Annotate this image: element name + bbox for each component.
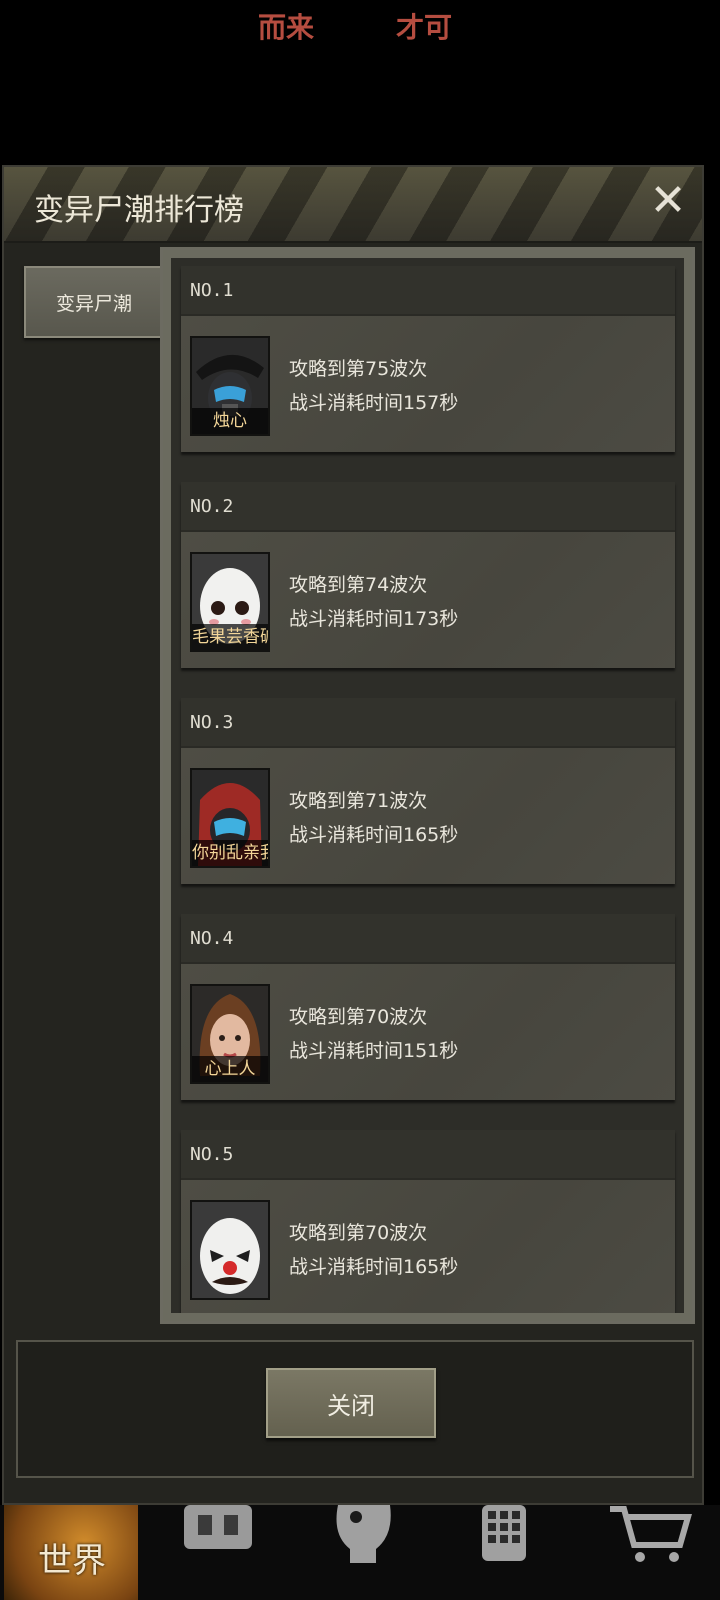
battle-time-text: 战斗消耗时间165秒 <box>289 1256 459 1278</box>
rank-body: 心上人 攻略到第70波次 战斗消耗时间151秒 <box>181 964 675 1100</box>
rank-card-3: NO.3 你别乱亲我 攻略到第71波次 战斗消耗时间165秒 <box>181 698 675 884</box>
wave-progress-text: 攻略到第70波次 <box>289 1222 428 1244</box>
rank-body: 毛果芸香碱 攻略到第74波次 战斗消耗时间173秒 <box>181 532 675 668</box>
battle-time-text: 战斗消耗时间157秒 <box>289 392 459 414</box>
dialog-title: 变异尸潮排行榜 <box>34 193 244 228</box>
avatar[interactable]: 烛心 <box>190 336 270 436</box>
ranking-list-frame: NO.1 烛心 攻略到第75波次 战斗消耗时间157秒 NO.2 毛果芸香碱 攻… <box>160 247 695 1324</box>
banner-text-right: 才可 <box>396 11 453 44</box>
close-button[interactable]: 关闭 <box>266 1368 436 1438</box>
backpack-icon[interactable] <box>170 1505 304 1600</box>
rank-card-1: NO.1 烛心 攻略到第75波次 战斗消耗时间157秒 <box>181 266 675 452</box>
banner-text-left: 而来 <box>258 11 315 44</box>
avatar[interactable]: 心上人 <box>190 984 270 1084</box>
cart-icon[interactable] <box>600 1505 720 1600</box>
rank-body: 你别乱亲我 攻略到第71波次 战斗消耗时间165秒 <box>181 748 675 884</box>
rank-card-5: NO.5 攻略到第70波次 战斗消耗时间165秒 <box>181 1130 675 1313</box>
rank-body: 烛心 攻略到第75波次 战斗消耗时间157秒 <box>181 316 675 452</box>
wave-progress-text: 攻略到第70波次 <box>289 1006 428 1028</box>
rank-number: NO.4 <box>190 928 234 949</box>
head-icon[interactable] <box>316 1505 450 1600</box>
battle-time-text: 战斗消耗时间151秒 <box>289 1040 459 1062</box>
rank-header: NO.2 <box>181 482 675 532</box>
wave-progress-text: 攻略到第75波次 <box>289 358 428 380</box>
rank-header: NO.1 <box>181 266 675 316</box>
rank-number: NO.3 <box>190 712 234 733</box>
rank-header: NO.3 <box>181 698 675 748</box>
top-banner-text: 而来 才可 <box>0 6 720 46</box>
close-icon[interactable]: ✕ <box>648 179 688 223</box>
player-name: 你别乱亲我 <box>192 840 268 866</box>
battle-time-text: 战斗消耗时间165秒 <box>289 824 459 846</box>
rank-number: NO.2 <box>190 496 234 517</box>
battle-time-text: 战斗消耗时间173秒 <box>289 608 459 630</box>
bottom-nav: 世界 <box>0 1505 720 1600</box>
clown-mask-portrait-icon <box>192 1202 268 1298</box>
player-name: 烛心 <box>192 408 268 434</box>
player-name: 毛果芸香碱 <box>192 624 268 650</box>
dialog-header: 变异尸潮排行榜 ✕ <box>4 167 702 243</box>
rank-header: NO.5 <box>181 1130 675 1180</box>
dialog-footer: 关闭 <box>16 1340 694 1478</box>
rank-number: NO.5 <box>190 1144 234 1165</box>
nav-world-label: 世界 <box>38 1541 106 1581</box>
wave-progress-text: 攻略到第71波次 <box>289 790 428 812</box>
rank-card-2: NO.2 毛果芸香碱 攻略到第74波次 战斗消耗时间173秒 <box>181 482 675 668</box>
wave-progress-text: 攻略到第74波次 <box>289 574 428 596</box>
nav-world[interactable]: 世界 <box>4 1505 138 1600</box>
leaderboard-dialog: 变异尸潮排行榜 ✕ 变异尸潮 NO.1 烛心 攻略到第75波次 战斗消耗时间15… <box>2 165 704 1505</box>
avatar[interactable] <box>190 1200 270 1300</box>
rank-card-4: NO.4 心上人 攻略到第70波次 战斗消耗时间151秒 <box>181 914 675 1100</box>
phone-icon[interactable] <box>462 1505 596 1600</box>
rank-number: NO.1 <box>190 280 234 301</box>
rank-body: 攻略到第70波次 战斗消耗时间165秒 <box>181 1180 675 1313</box>
ranking-list[interactable]: NO.1 烛心 攻略到第75波次 战斗消耗时间157秒 NO.2 毛果芸香碱 攻… <box>171 258 684 1313</box>
avatar[interactable]: 毛果芸香碱 <box>190 552 270 652</box>
rank-header: NO.4 <box>181 914 675 964</box>
avatar[interactable]: 你别乱亲我 <box>190 768 270 868</box>
player-name: 心上人 <box>192 1056 268 1082</box>
tab-mutant-horde[interactable]: 变异尸潮 <box>24 266 162 338</box>
